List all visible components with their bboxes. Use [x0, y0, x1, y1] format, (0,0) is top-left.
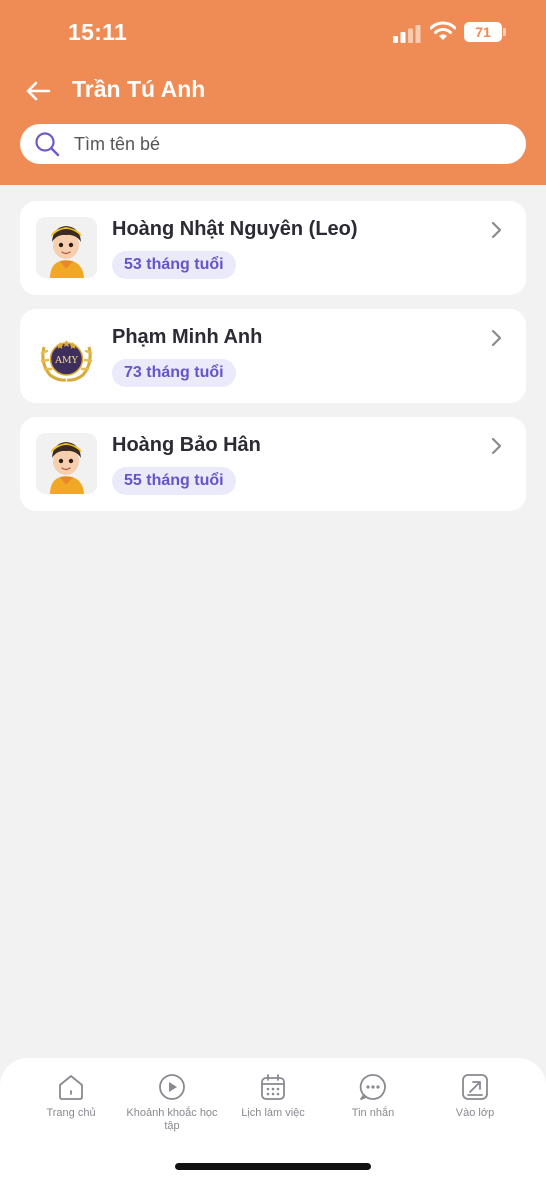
- wifi-icon: [430, 21, 456, 40]
- nav-label: Khoảnh khoắc học tập: [126, 1107, 218, 1132]
- calendar-icon: [261, 1074, 285, 1100]
- app-header: 15:11 71 Trần Tú Anh: [0, 0, 546, 185]
- nav-label: Vào lớp: [455, 1107, 495, 1119]
- battery-level: 71: [464, 22, 502, 42]
- play-icon: [159, 1074, 185, 1100]
- amy-logo: AMY: [36, 325, 97, 386]
- chat-icon: [359, 1074, 386, 1100]
- child-card[interactable]: Hoàng Bảo Hân 55 tháng tuổi: [20, 417, 526, 511]
- nav-item-schedule[interactable]: Lịch làm việc: [223, 1072, 323, 1120]
- battery-icon: 71: [464, 22, 506, 42]
- age-badge: 73 tháng tuổi: [112, 359, 236, 387]
- nav-label: Trang chủ: [46, 1107, 96, 1119]
- search-input[interactable]: [74, 124, 504, 164]
- cartoon-boy-avatar: [36, 217, 97, 278]
- child-card[interactable]: Hoàng Nhật Nguyên (Leo) 53 tháng tuổi: [20, 201, 526, 295]
- child-name: Hoàng Nhật Nguyên (Leo): [112, 218, 358, 240]
- nav-item-learning-moments[interactable]: Khoảnh khoắc học tập: [122, 1072, 222, 1133]
- cartoon-boy-avatar: [36, 433, 97, 494]
- child-name: Phạm Minh Anh: [112, 326, 263, 348]
- child-card[interactable]: AMY Phạm Minh Anh 73 tháng tuổi: [20, 309, 526, 403]
- child-name: Hoàng Bảo Hân: [112, 434, 261, 456]
- chevron-right-icon: [491, 329, 502, 347]
- nav-label: Tin nhắn: [351, 1107, 395, 1119]
- home-icon: [59, 1075, 83, 1100]
- nav-item-enter-class[interactable]: Vào lớp: [425, 1072, 525, 1120]
- status-time: 15:11: [68, 19, 128, 45]
- page-title: Trần Tú Anh: [72, 76, 206, 102]
- search-bar[interactable]: [20, 124, 526, 164]
- age-badge: 55 tháng tuổi: [112, 467, 236, 495]
- search-icon: [35, 132, 60, 157]
- age-badge: 53 tháng tuổi: [112, 251, 236, 279]
- chevron-right-icon: [491, 221, 502, 239]
- amy-logo-text: AMY: [54, 355, 79, 366]
- nav-label: Lịch làm việc: [241, 1107, 305, 1119]
- home-indicator[interactable]: [175, 1163, 371, 1170]
- nav-item-home[interactable]: Trang chủ: [21, 1072, 121, 1120]
- back-arrow-icon[interactable]: [22, 74, 56, 108]
- nav-item-messages[interactable]: Tin nhắn: [323, 1072, 423, 1120]
- enter-class-icon: [462, 1074, 488, 1100]
- status-bar: 15:11 71: [0, 0, 546, 62]
- cellular-signal-icon: [393, 25, 421, 43]
- chevron-right-icon: [491, 437, 502, 455]
